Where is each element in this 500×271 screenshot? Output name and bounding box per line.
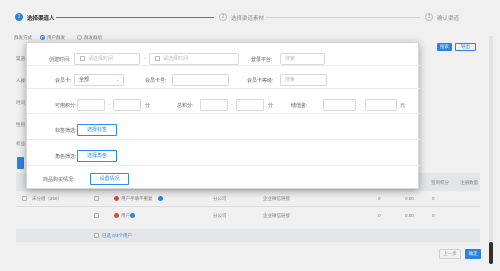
role-filter-label: 角色筛选: <box>55 154 77 160</box>
set-purchase-button[interactable]: 设置情况 <box>90 173 129 185</box>
advanced-filter-popup: 创建时间: 请选择时间 - 请选择时间 登录平台: 搜索 会员卡: 全部 ⌄ 会… <box>26 42 420 190</box>
member-no-label: 会员卡号: <box>145 78 167 84</box>
platform-placeholder: 搜索 <box>285 56 296 62</box>
member-card-select[interactable]: 全部 ⌄ <box>74 74 124 86</box>
balance-label: 储值金: <box>291 103 308 109</box>
filter-row: 标签筛选: 选择标签 <box>27 114 420 140</box>
points-max-input[interactable] <box>113 99 141 111</box>
calendar-icon <box>155 56 160 61</box>
member-no-input[interactable] <box>172 74 229 86</box>
total-points-max-input[interactable] <box>236 99 264 111</box>
member-level-placeholder: 搜索 <box>285 77 296 83</box>
filter-row: 会员卡: 全部 ⌄ 会员卡号: 会员卡等级: 搜索 <box>27 66 420 89</box>
tag-filter-label: 标签筛选: <box>55 128 77 134</box>
member-card-label: 会员卡: <box>55 78 72 84</box>
start-time-input[interactable]: 请选择时间 <box>74 53 140 65</box>
filter-row: 商品购买情况: 设置情况 <box>27 166 420 190</box>
platform-label: 登录平台: <box>251 57 273 63</box>
select-role-button[interactable]: 选择角色 <box>77 150 117 162</box>
balance-max-input[interactable] <box>365 99 397 111</box>
created-time-label: 创建时间: <box>49 57 71 63</box>
range-separator: - <box>108 102 110 108</box>
filter-row: 可用积分: - 分 总积分: - 分 储值金: - 元 <box>27 89 420 114</box>
filter-row: 创建时间: 请选择时间 - 请选择时间 登录平台: 搜索 <box>27 43 420 66</box>
platform-select[interactable]: 搜索 <box>280 53 325 65</box>
points-label: 可用积分: <box>55 103 77 109</box>
range-separator: - <box>231 102 233 108</box>
member-level-select[interactable]: 搜索 <box>280 74 327 86</box>
filter-row: 角色筛选: 选择角色 <box>27 140 420 166</box>
total-points-label: 总积分: <box>177 103 194 109</box>
total-points-unit: 分 <box>268 103 274 109</box>
total-points-min-input[interactable] <box>200 99 228 111</box>
calendar-icon <box>80 56 85 61</box>
member-card-value: 全部 <box>79 77 90 83</box>
purchase-label: 商品购买情况: <box>43 177 75 183</box>
select-tag-button[interactable]: 选择标签 <box>77 124 117 136</box>
end-time-input[interactable]: 请选择时间 <box>149 53 239 65</box>
points-unit: 分 <box>145 103 151 109</box>
range-separator: - <box>359 102 361 108</box>
points-min-input[interactable] <box>77 99 105 111</box>
member-level-label: 会员卡等级: <box>247 78 274 84</box>
chevron-down-icon: ⌄ <box>115 77 120 83</box>
balance-min-input[interactable] <box>323 99 356 111</box>
balance-unit: 元 <box>400 103 406 109</box>
range-separator: - <box>144 56 146 62</box>
